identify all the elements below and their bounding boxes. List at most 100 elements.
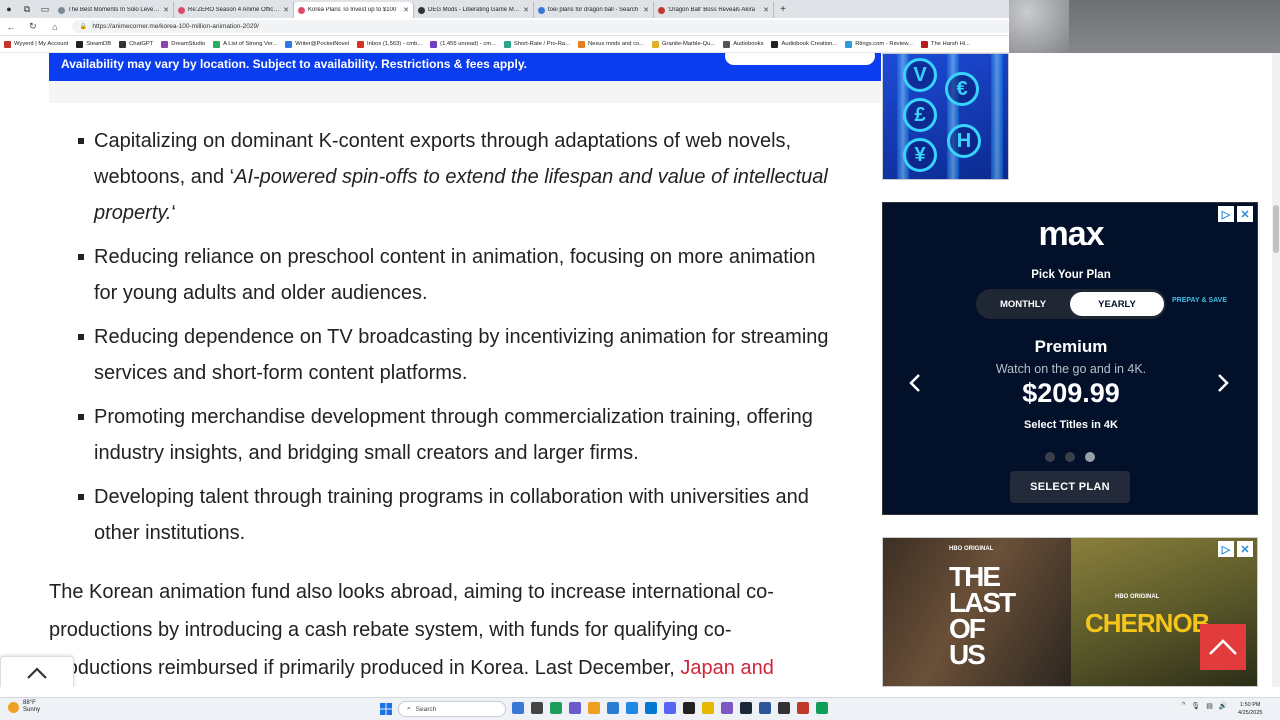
bookmark-item[interactable]: Nexus mods and co...: [577, 40, 644, 48]
weather-widget[interactable]: 88°F Sunny: [8, 700, 40, 714]
taskbar-app-icon[interactable]: [797, 702, 809, 714]
bookmark-item[interactable]: Audiobook Creation...: [771, 40, 837, 48]
close-icon[interactable]: ✕: [763, 6, 769, 14]
volume-icon[interactable]: 🔊: [1219, 702, 1228, 710]
tab-actions-icon[interactable]: ⧉: [18, 0, 36, 18]
taskbar-search[interactable]: ⌕ Search: [398, 701, 506, 717]
bookmark-favicon-icon: [652, 40, 660, 48]
ad-close-icon[interactable]: ✕: [1237, 541, 1253, 557]
taskbar-app-icon[interactable]: [569, 702, 581, 714]
lock-icon: 🔒: [79, 24, 88, 30]
monthly-option[interactable]: MONTHLY: [976, 292, 1070, 316]
back-icon[interactable]: ←: [0, 22, 22, 32]
bookmark-item[interactable]: Short-Rate / Pro-Ra...: [503, 40, 570, 48]
list-item: Reducing reliance on preschool content i…: [78, 239, 829, 311]
browser-tab[interactable]: Korea Plans To Invest up to $100 ✕: [294, 2, 414, 18]
tab-favicon-icon: [178, 6, 185, 14]
new-tab-button[interactable]: +: [774, 4, 792, 15]
bookmark-item[interactable]: Rtings.com - Review...: [845, 40, 913, 48]
tab-title: 'Dragon Ball' Boss Reveals Akira: [668, 7, 755, 13]
browser-tab[interactable]: The Best Moments In Solo Leveling ✕: [54, 2, 174, 18]
bookmark-item[interactable]: A List of Strong Ver...: [213, 40, 277, 48]
chevron-up-icon: [1209, 639, 1237, 655]
bookmark-item[interactable]: SteamDB: [76, 40, 111, 48]
carousel-dot[interactable]: [1065, 452, 1075, 462]
bookmark-item[interactable]: Granite-Marble-Qu...: [652, 40, 715, 48]
taskbar-app-icon[interactable]: [531, 702, 543, 714]
refresh-icon[interactable]: ↻: [22, 21, 44, 32]
chevron-up-icon[interactable]: ^: [1182, 702, 1185, 710]
taskbar-app-icon[interactable]: [778, 702, 790, 714]
close-icon[interactable]: ✕: [523, 6, 529, 14]
back-to-top-button[interactable]: [1200, 624, 1246, 670]
select-plan-button[interactable]: SELECT PLAN: [1010, 471, 1130, 503]
bookmark-label: The Harsh Hi...: [930, 41, 970, 47]
prepay-label: PREPAY & SAVE: [1172, 297, 1227, 304]
taskbar-app-icon[interactable]: [702, 702, 714, 714]
taskbar-app-icon[interactable]: [759, 702, 771, 714]
page-scrollbar[interactable]: [1272, 53, 1280, 687]
browser-tab[interactable]: 'Dragon Ball' Boss Reveals Akira ✕: [654, 2, 774, 18]
taskbar-app-icon[interactable]: [721, 702, 733, 714]
yearly-option[interactable]: YEARLY: [1070, 292, 1164, 316]
bookmark-label: Rtings.com - Review...: [855, 41, 913, 47]
url-field[interactable]: 🔒 https://animecorner.me/korea-100-milli…: [71, 20, 1010, 33]
tab-title: The Best Moments In Solo Leveling: [68, 7, 161, 13]
profile-icon[interactable]: ●: [0, 0, 18, 18]
adchoices-icon[interactable]: ▷: [1218, 541, 1234, 557]
taskbar-app-icon[interactable]: [626, 702, 638, 714]
japan-link[interactable]: Japan and: [680, 657, 773, 679]
bookmark-label: Wyyerd | My Account: [14, 41, 69, 47]
taskbar-app-icon[interactable]: [607, 702, 619, 714]
bookmark-item[interactable]: DreamStudio: [161, 40, 205, 48]
bookmark-item[interactable]: Audiobooks: [723, 40, 763, 48]
bookmark-item[interactable]: Inbox (1,563) - cmb...: [357, 40, 423, 48]
taskbar-app-icon[interactable]: [550, 702, 562, 714]
taskbar-app-icon[interactable]: [664, 702, 676, 714]
promo-button[interactable]: [725, 53, 875, 65]
promo-banner[interactable]: Availability may vary by location. Subje…: [49, 53, 881, 81]
bookmark-item[interactable]: ChatGPT: [119, 40, 153, 48]
bookmark-item[interactable]: Writer@PocketNovel: [285, 40, 349, 48]
tab-title: Korea Plans To Invest up to $100: [308, 7, 397, 13]
carousel-dot[interactable]: [1045, 452, 1055, 462]
network-icon[interactable]: ▤: [1206, 702, 1213, 710]
web-page: Availability may vary by location. Subje…: [0, 53, 1272, 687]
bookmark-item[interactable]: Wyyerd | My Account: [4, 40, 69, 48]
browser-tab[interactable]: Re:ZERO Season 4 Anime Officially ✕: [174, 2, 294, 18]
bookmark-label: Inbox (1,563) - cmb...: [367, 41, 423, 47]
taskbar-app-icon[interactable]: [645, 702, 657, 714]
close-icon[interactable]: ✕: [643, 6, 649, 14]
windows-start-icon[interactable]: [380, 703, 392, 715]
currency-ad[interactable]: V € £ H ¥: [882, 53, 1009, 180]
close-icon[interactable]: ✕: [403, 6, 409, 14]
carousel-dot[interactable]: [1085, 452, 1095, 462]
scrollbar-thumb[interactable]: [1273, 205, 1279, 253]
max-ad[interactable]: ▷ ✕ max Pick Your Plan MONTHLY YEARLY PR…: [882, 202, 1258, 515]
system-clock[interactable]: 1:50 PM 4/25/2025: [1238, 701, 1262, 717]
taskbar-apps: [512, 702, 828, 714]
list-item-text: Developing talent through training progr…: [94, 486, 809, 544]
close-icon[interactable]: ✕: [283, 6, 289, 14]
browser-tab[interactable]: toei plans for dragon ball - Search ✕: [534, 2, 654, 18]
taskbar-search-placeholder: Search: [415, 705, 437, 713]
microphone-icon[interactable]: 🎙: [1191, 702, 1200, 710]
taskbar-app-icon[interactable]: [683, 702, 695, 714]
bookmark-item[interactable]: The Harsh Hi...: [920, 40, 970, 48]
browser-tab[interactable]: DEG Mods - Liberating Game Mods ✕: [414, 2, 534, 18]
vertical-tabs-icon[interactable]: ▭: [36, 0, 54, 18]
currency-coin-icon: ¥: [903, 138, 937, 172]
home-icon[interactable]: ⌂: [44, 22, 66, 32]
taskbar-app-icon[interactable]: [816, 702, 828, 714]
taskbar-app-icon[interactable]: [512, 702, 524, 714]
list-item-text: Promoting merchandise development throug…: [94, 406, 813, 464]
last-of-us-title: THE LAST OF US: [949, 561, 1016, 670]
close-icon[interactable]: ✕: [163, 6, 169, 14]
bookmark-favicon-icon: [161, 40, 169, 48]
bookmark-item[interactable]: (1,455 unread) - cm...: [430, 40, 496, 48]
taskbar-app-icon[interactable]: [588, 702, 600, 714]
collapse-button[interactable]: [0, 656, 74, 687]
bookmark-favicon-icon: [723, 40, 731, 48]
taskbar-app-icon[interactable]: [740, 702, 752, 714]
paragraph-text: The Korean animation fund also looks abr…: [49, 581, 774, 679]
